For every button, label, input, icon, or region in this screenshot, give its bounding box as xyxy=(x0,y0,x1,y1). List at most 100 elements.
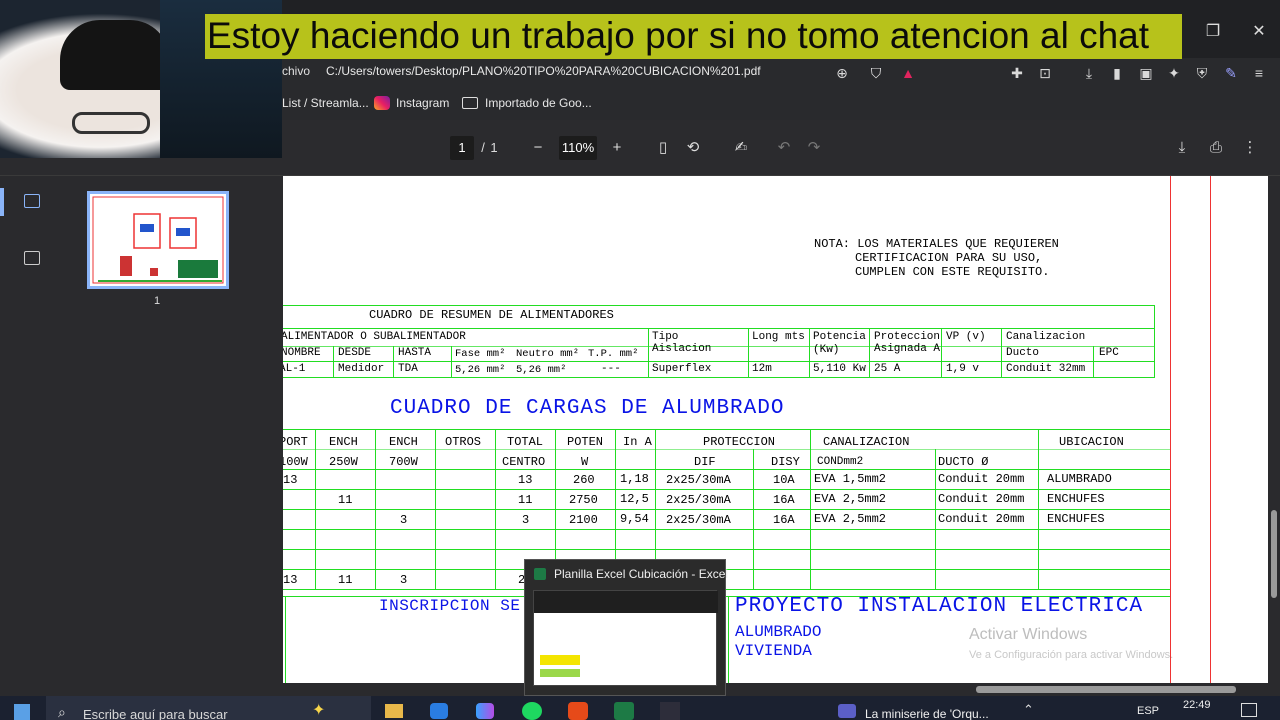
loads-r1-total: 13 xyxy=(518,473,533,487)
loads-r3-ducto: Conduit 20mm xyxy=(938,512,1025,526)
close-icon[interactable]: ✕ xyxy=(1236,18,1280,46)
loads-r1-ina: 1,18 xyxy=(620,472,649,486)
thumbnail-drawing xyxy=(92,196,224,284)
excel-preview-thumbnail xyxy=(533,590,718,686)
vpn-icon[interactable]: ⛨ xyxy=(1191,62,1213,84)
summary-h-vp: VP (v) xyxy=(946,331,986,343)
loads-r2-ducto: Conduit 20mm xyxy=(938,492,1025,506)
loads-r1-poten: 260 xyxy=(573,473,595,487)
outlook-icon[interactable] xyxy=(430,703,448,719)
loads-r2-poten: 2750 xyxy=(569,493,598,507)
undo-icon[interactable]: ↶ xyxy=(774,136,794,160)
loads-s-dif: DIF xyxy=(694,455,716,469)
loads-total-port: 13 xyxy=(283,573,298,587)
language-indicator[interactable]: ESP xyxy=(1137,705,1159,717)
download-icon[interactable]: ⤓ xyxy=(1078,62,1100,84)
screenshot-icon[interactable]: ⊡ xyxy=(1034,62,1056,84)
restore-icon[interactable]: ❐ xyxy=(1190,18,1236,46)
loads-h-canal: CANALIZACION xyxy=(823,435,910,449)
pdf-document[interactable]: NOTA: LOS MATERIALES QUE REQUIEREN CERTI… xyxy=(283,176,1268,696)
loads-r2-cond: EVA 2,5mm2 xyxy=(814,492,887,506)
brave-shield-icon[interactable]: ⛉ xyxy=(865,62,887,84)
activate-windows-title: Activar Windows xyxy=(969,626,1088,643)
activate-windows-subtitle: Ve a Configuración para activar Windows. xyxy=(969,649,1174,661)
address-url[interactable]: C:/Users/towers/Desktop/PLANO%20TIPO%20P… xyxy=(326,64,761,78)
summary-h-alim: ALIMENTADOR O SUBALIMENTADOR xyxy=(283,331,466,343)
more-options-icon[interactable]: ⋮ xyxy=(1240,136,1260,160)
thumbnails-icon[interactable] xyxy=(24,194,40,208)
zoom-icon[interactable]: ⊕ xyxy=(831,62,853,84)
excel-preview-popup[interactable]: Planilla Excel Cubicación - Excel xyxy=(524,559,729,696)
media-title[interactable]: La miniserie de 'Orqu... xyxy=(865,707,989,720)
zoom-level-input[interactable]: 110% xyxy=(559,136,597,160)
loads-h-ina: In A xyxy=(623,435,652,449)
fit-page-icon[interactable]: ▯ xyxy=(653,136,673,160)
extensions-icon[interactable]: ✚ xyxy=(1006,62,1028,84)
menu-icon[interactable]: ≡ xyxy=(1248,62,1270,84)
summary-h-canal: Canalizacion xyxy=(1006,331,1086,343)
brave-icon[interactable] xyxy=(568,702,588,720)
loads-r1-ubic: ALUMBRADO xyxy=(1047,472,1112,486)
pdf-download-icon[interactable]: ⤓ xyxy=(1171,136,1193,160)
bookmark-streamlit[interactable]: List / Streamla... xyxy=(282,96,369,110)
sidebar-toggle-icon[interactable]: ▮ xyxy=(1106,62,1128,84)
summary-tipo: Superflex xyxy=(652,363,712,375)
loads-s-disy: DISY xyxy=(771,455,800,469)
summary-h-fase: Fase mm² xyxy=(455,348,506,360)
address-prefix: chivo xyxy=(282,64,311,78)
bookmark-imported[interactable]: Importado de Goo... xyxy=(485,96,592,110)
outline-icon[interactable] xyxy=(24,251,40,265)
loads-h-prot: PROTECCION xyxy=(703,435,776,449)
summary-desde: Medidor xyxy=(338,363,385,375)
vertical-scrollbar[interactable] xyxy=(1268,176,1280,696)
annotate-icon[interactable]: ✍ xyxy=(731,136,751,160)
obs-icon[interactable] xyxy=(660,702,680,720)
loads-r3-poten: 2100 xyxy=(569,513,598,527)
bookmark-instagram[interactable]: Instagram xyxy=(396,96,449,110)
leo-ai-icon[interactable]: ✦ xyxy=(1163,62,1185,84)
frame-line xyxy=(1170,176,1171,696)
excel-popup-title: Planilla Excel Cubicación - Excel xyxy=(554,567,729,581)
brave-rewards-icon[interactable]: ▲ xyxy=(897,62,919,84)
notifications-icon[interactable] xyxy=(1241,703,1257,717)
copilot-app-icon[interactable] xyxy=(476,703,494,719)
summary-h-pot2: (Kw) xyxy=(813,344,840,356)
loads-total-ench2: 3 xyxy=(400,573,408,587)
webcam-hair xyxy=(60,20,170,90)
loads-r2-dif: 2x25/30mA xyxy=(666,493,731,507)
summary-tp: --- xyxy=(601,363,621,375)
copilot-icon[interactable]: ✦ xyxy=(312,700,325,720)
spotify-icon[interactable] xyxy=(522,702,542,720)
summary-pot: 5,110 Kw xyxy=(813,363,866,375)
windows-start-icon[interactable] xyxy=(14,704,30,720)
media-icon[interactable] xyxy=(838,704,856,718)
loads-s-ducto: DUCTO Ø xyxy=(938,455,989,469)
zoom-out-icon[interactable]: − xyxy=(528,136,548,160)
vertical-scroll-thumb[interactable] xyxy=(1271,510,1277,598)
rotate-icon[interactable]: ⟲ xyxy=(683,136,703,160)
excel-taskbar-icon[interactable] xyxy=(614,702,634,720)
note-line-3: CUMPLEN CON ESTE REQUISITO. xyxy=(855,265,1050,279)
horizontal-scroll-thumb[interactable] xyxy=(976,686,1236,693)
wallet-icon[interactable]: ▣ xyxy=(1135,62,1157,84)
print-icon[interactable]: ⎙ xyxy=(1205,136,1227,160)
page-number-input[interactable]: 1 xyxy=(450,136,474,160)
horizontal-scrollbar[interactable] xyxy=(283,683,1268,696)
frame-line xyxy=(1210,176,1211,696)
loads-r3-ubic: ENCHUFES xyxy=(1047,512,1105,526)
loads-r1-cond: EVA 1,5mm2 xyxy=(814,472,887,486)
summary-h-tp: T.P. mm² xyxy=(588,348,639,360)
clock-time[interactable]: 22:49 xyxy=(1183,699,1211,711)
loads-s-ench1: 250W xyxy=(329,455,358,469)
redo-icon[interactable]: ↷ xyxy=(804,136,824,160)
webcam-glasses xyxy=(72,112,150,134)
loads-s-poten: W xyxy=(581,455,589,469)
loads-r3-disy: 16A xyxy=(773,513,795,527)
zoom-in-icon[interactable]: + xyxy=(607,136,627,160)
loads-r2-ench1: 11 xyxy=(338,493,353,507)
file-explorer-icon[interactable] xyxy=(385,704,403,718)
page-thumbnail[interactable] xyxy=(87,191,229,289)
tray-chevron-icon[interactable]: ⌃ xyxy=(1023,702,1034,718)
pen-icon[interactable]: ✎ xyxy=(1220,62,1242,84)
windows-taskbar: ⌕ Escribe aquí para buscar ✦ La miniseri… xyxy=(0,696,1280,720)
